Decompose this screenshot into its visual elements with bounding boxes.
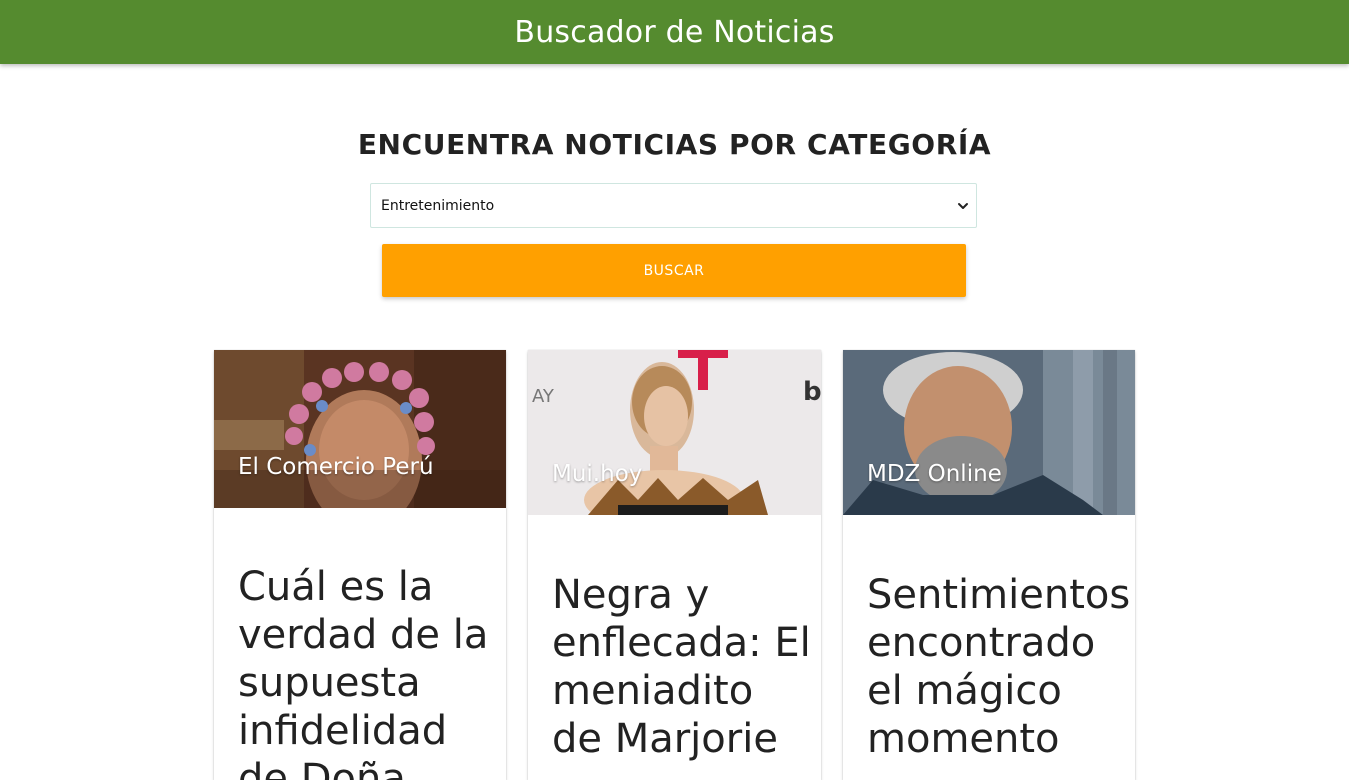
news-card[interactable]: El Comercio Perú Cuál es la verdad de la… xyxy=(214,350,506,780)
news-source: MDZ Online xyxy=(867,461,1002,487)
category-select-value: Entretenimiento xyxy=(381,197,495,214)
news-title[interactable]: Negra y enflecada: El meniadito de Marjo… xyxy=(552,571,811,763)
svg-text:AY: AY xyxy=(532,386,555,407)
svg-text:b: b xyxy=(803,377,821,407)
news-image[interactable]: AY b Mui.hoy xyxy=(528,350,821,515)
chevron-down-icon xyxy=(952,195,974,217)
search-button[interactable]: BUSCAR xyxy=(382,244,966,297)
app-title[interactable]: Buscador de Noticias xyxy=(514,15,834,50)
news-image[interactable]: MDZ Online xyxy=(843,350,1135,515)
page-heading: ENCUENTRA NOTICIAS POR CATEGORÍA xyxy=(357,128,992,161)
category-select[interactable]: Entretenimiento xyxy=(370,183,977,228)
news-card[interactable]: AY b Mui.hoy Negra y enflecada: El menia… xyxy=(528,350,821,780)
news-card[interactable]: MDZ Online Sentimientos encontrado el má… xyxy=(843,350,1135,780)
news-image[interactable]: El Comercio Perú xyxy=(214,350,506,508)
news-title[interactable]: Sentimientos encontrado el mágico moment… xyxy=(867,571,1130,763)
news-source: Mui.hoy xyxy=(552,461,643,487)
news-title[interactable]: Cuál es la verdad de la supuesta infidel… xyxy=(238,563,496,780)
navbar: Buscador de Noticias xyxy=(0,0,1349,64)
news-source: El Comercio Perú xyxy=(238,454,434,480)
